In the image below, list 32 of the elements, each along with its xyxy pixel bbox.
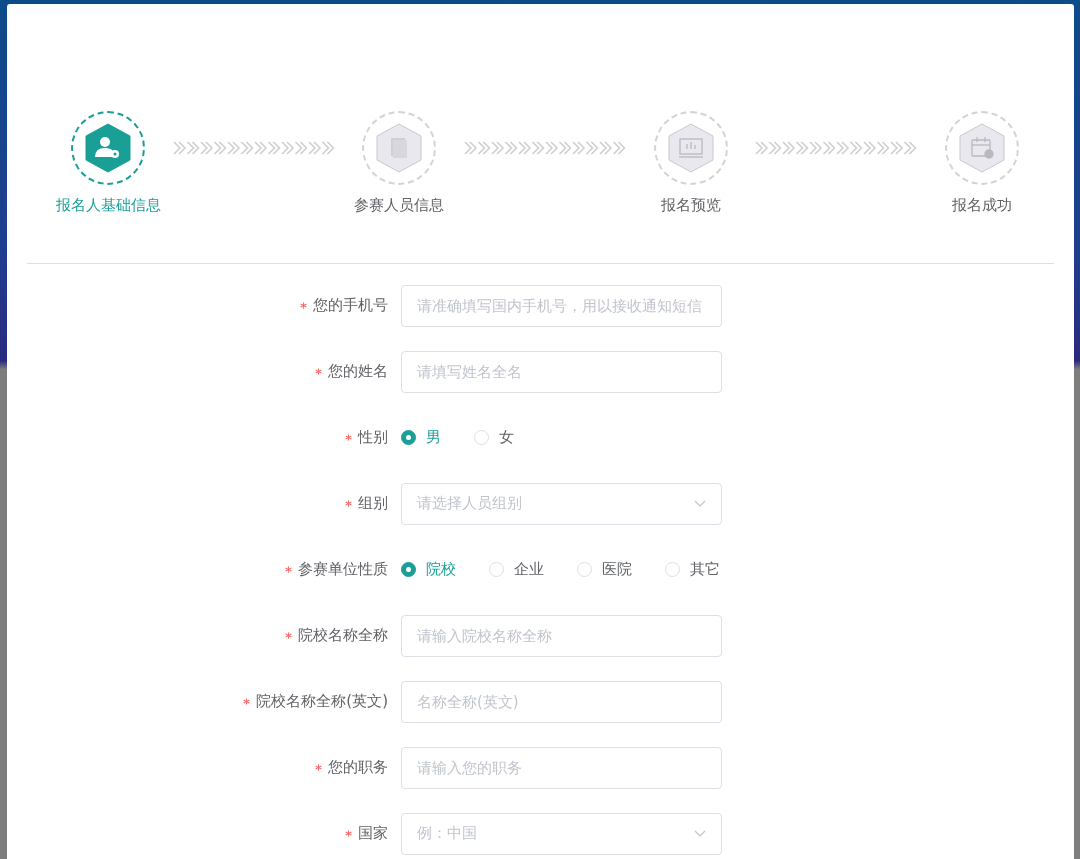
- text-field[interactable]: 名称全称(英文): [401, 680, 722, 723]
- monitor-icon: [666, 123, 715, 173]
- calendar-icon: [958, 123, 1006, 173]
- radio-option[interactable]: 企业: [489, 558, 544, 581]
- field-label: 您的手机号: [313, 295, 388, 317]
- field-label: 您的职务: [328, 757, 388, 779]
- select-placeholder: 请选择人员组别: [417, 493, 522, 515]
- radio-option[interactable]: 男: [401, 426, 441, 449]
- user-gear-icon: [84, 123, 132, 173]
- radio-option[interactable]: 女: [474, 426, 514, 449]
- field-label: 参赛单位性质: [298, 559, 388, 581]
- field-label: 性别: [358, 427, 388, 449]
- field-label: 院校名称全称: [298, 625, 388, 647]
- radio-option[interactable]: 院校: [401, 558, 456, 581]
- radio-option[interactable]: 其它: [665, 558, 720, 581]
- field-label: 国家: [358, 823, 388, 845]
- text-field[interactable]: 请输入您的职务: [401, 746, 722, 789]
- select-placeholder: 例：中国: [417, 823, 477, 845]
- field-label: 组别: [358, 493, 388, 515]
- chevron-down-icon: [694, 499, 706, 508]
- step-label: 报名预览: [660, 195, 721, 216]
- step-label: 参赛人员信息: [354, 195, 445, 216]
- field-label: 院校名称全称(英文): [256, 691, 388, 713]
- text-field[interactable]: 请输入院校名称全称: [401, 614, 722, 657]
- radio-option[interactable]: 医院: [577, 558, 632, 581]
- document-icon: [375, 123, 424, 173]
- field-label: 您的姓名: [328, 361, 388, 383]
- text-field[interactable]: 请准确填写国内手机号，用以接收通知短信: [401, 284, 722, 327]
- step-label: 报名成功: [952, 195, 1012, 216]
- text-field[interactable]: 请填写姓名全名: [401, 350, 722, 393]
- chevron-down-icon: [694, 829, 706, 838]
- step-label: 报名人基础信息: [55, 195, 161, 216]
